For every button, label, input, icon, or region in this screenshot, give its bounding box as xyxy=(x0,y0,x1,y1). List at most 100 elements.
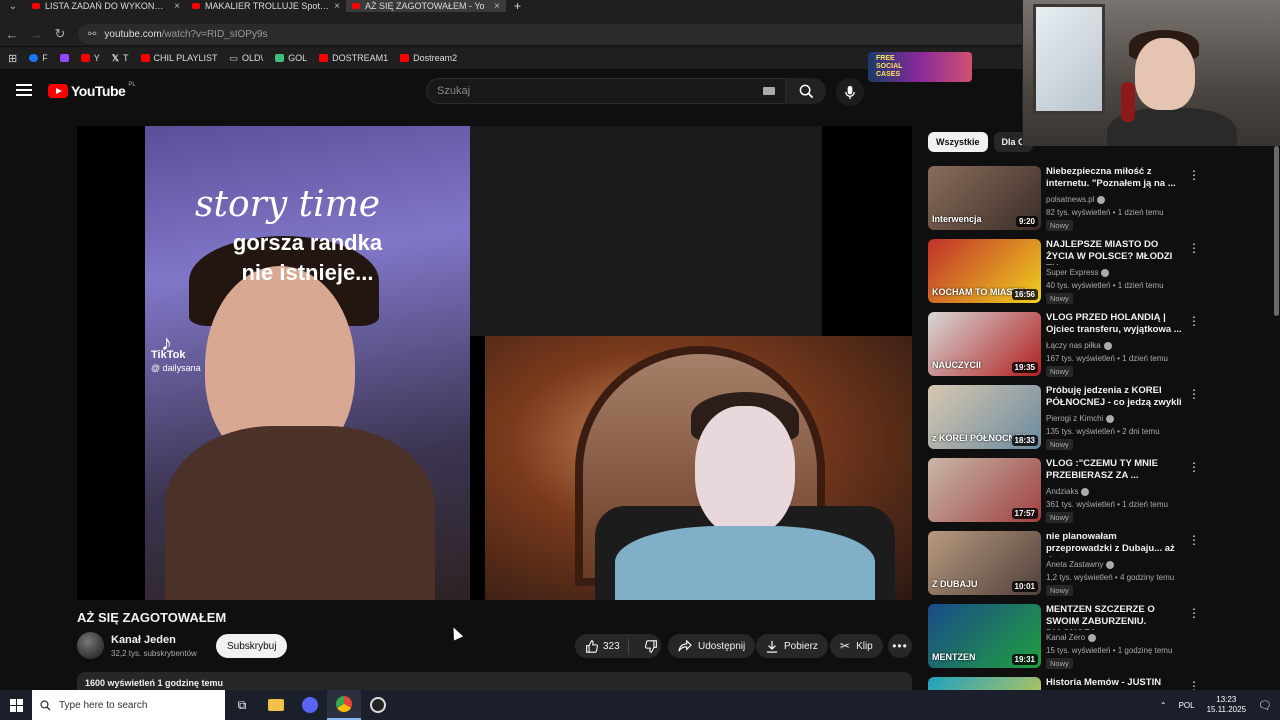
recommendation-title[interactable]: nie planowałam przeprowadzki z Dubaju...… xyxy=(1046,531,1182,557)
youtube-favicon-icon xyxy=(192,3,200,9)
video-duration: 19:31 xyxy=(1011,654,1038,665)
video-thumbnail[interactable]: KOCHAM TO MIASTO! 16:56 xyxy=(928,239,1041,303)
more-vertical-icon[interactable]: ⋮ xyxy=(1188,606,1200,620)
chrome-icon[interactable] xyxy=(327,690,361,720)
recommendation-item[interactable]: KOCHAM TO MIASTO! 16:56 NAJLEPSZE MIASTO D… xyxy=(928,239,1200,305)
recommendation-channel[interactable]: Pierogi z Kimchi xyxy=(1046,414,1115,423)
video-thumbnail[interactable]: NAUCZYCII 19:35 xyxy=(928,312,1041,376)
verified-icon xyxy=(1103,341,1112,350)
recommendation-item[interactable]: NAUCZYCII 19:35 VLOG PRZED HOLANDIĄ | Ojci… xyxy=(928,312,1200,378)
language-indicator[interactable]: POL xyxy=(1179,701,1195,710)
recommendation-title[interactable]: Historia Memów - JUSTIN xyxy=(1046,677,1182,689)
discord-icon[interactable] xyxy=(293,690,327,720)
video-thumbnail[interactable]: Interwencja 9:20 xyxy=(928,166,1041,230)
browser-tab[interactable]: MAKALIER TROLLUJE Spotkani × xyxy=(186,0,346,12)
clip-label: Klip xyxy=(856,640,873,652)
youtube-logo[interactable]: YouTube PL xyxy=(48,82,136,99)
more-vertical-icon[interactable]: ⋮ xyxy=(1188,533,1200,547)
close-tab-icon[interactable]: × xyxy=(174,1,180,12)
more-vertical-icon[interactable]: ⋮ xyxy=(1188,168,1200,182)
more-vertical-icon[interactable]: ⋮ xyxy=(1188,460,1200,474)
like-button[interactable]: 323 xyxy=(575,638,629,654)
task-view-icon[interactable]: ⧉ xyxy=(225,690,259,720)
bookmark-item[interactable]: 𝕏T xyxy=(112,53,129,64)
share-button[interactable]: Udostępnij xyxy=(668,634,756,658)
clock[interactable]: 13:23 15.11.2025 xyxy=(1207,695,1246,715)
tab-title: MAKALIER TROLLUJE Spotkani xyxy=(205,1,330,11)
recommendation-channel[interactable]: Łączy nas piłka xyxy=(1046,341,1112,350)
bookmark-item[interactable]: F xyxy=(29,53,48,63)
recommendation-item[interactable]: z KOREI PÓŁNOCNEJ 18:33 Próbuję jedzenia z… xyxy=(928,385,1200,451)
back-arrow-icon[interactable]: ← xyxy=(0,27,24,42)
scrollbar[interactable] xyxy=(1274,146,1279,316)
start-button[interactable] xyxy=(0,690,32,720)
download-button[interactable]: Pobierz xyxy=(756,634,828,658)
chip-all[interactable]: Wszystkie xyxy=(928,132,988,152)
bookmark-item[interactable]: DOSTREAM1 xyxy=(319,53,388,63)
close-tab-icon[interactable]: × xyxy=(494,1,500,12)
download-icon xyxy=(766,640,778,653)
apps-grid-icon[interactable]: ⊞ xyxy=(8,52,17,65)
recommendation-title[interactable]: VLOG PRZED HOLANDIĄ | Ojciec transferu, … xyxy=(1046,312,1182,336)
browser-tab-active[interactable]: AŻ SIĘ ZAGOTOWAŁEM - Yo × xyxy=(346,0,506,12)
recommendation-title[interactable]: Próbuję jedzenia z KOREI PÓŁNOCNEJ - co … xyxy=(1046,385,1182,411)
notifications-icon[interactable]: 🗨 xyxy=(1258,699,1272,712)
search-input[interactable]: Szukaj xyxy=(426,78,786,104)
video-thumbnail[interactable]: z KOREI PÓŁNOCNEJ 18:33 xyxy=(928,385,1041,449)
recommendation-title[interactable]: VLOG :"CZEMU TY MNIE PRZEBIERASZ ZA ... xyxy=(1046,458,1182,482)
recommendation-meta: 361 tys. wyświetleń • 1 dzień temu xyxy=(1046,500,1168,509)
reload-icon[interactable]: ↻ xyxy=(48,26,72,42)
tray-chevron-icon[interactable]: ⌃ xyxy=(1160,701,1167,710)
video-thumbnail[interactable]: MENTZEN 19:31 xyxy=(928,604,1041,668)
recommendation-item[interactable]: Z DUBAJU 10:01 nie planowałam przeprowadzk… xyxy=(928,531,1200,597)
obs-icon[interactable] xyxy=(361,690,395,720)
forward-arrow-icon[interactable]: → xyxy=(24,27,48,42)
webcam-content xyxy=(1135,38,1195,110)
scissors-icon: ✂ xyxy=(840,639,851,653)
taskbar-search-input[interactable]: Type here to search xyxy=(32,690,225,720)
channel-avatar[interactable] xyxy=(77,632,104,659)
tab-search-icon[interactable]: ⌄ xyxy=(0,1,26,12)
menu-icon[interactable] xyxy=(16,84,32,96)
recommendation-title[interactable]: Niebezpieczna miłość z internetu. "Pozna… xyxy=(1046,166,1182,190)
browser-tab[interactable]: LISTA ZADAŃ DO WYKONANIA × xyxy=(26,0,186,12)
more-vertical-icon[interactable]: ⋮ xyxy=(1188,387,1200,401)
bookmark-item[interactable]: Y xyxy=(80,53,100,63)
recommendation-channel[interactable]: Andziaks xyxy=(1046,487,1090,496)
more-actions-button[interactable]: ••• xyxy=(888,634,912,658)
site-info-icon[interactable]: ⚯ xyxy=(88,29,96,40)
bookmark-item[interactable]: GOL xyxy=(275,53,307,63)
recommendation-item[interactable]: MENTZEN 19:31 MENTZEN SZCZERZE O SWOIM ZAB… xyxy=(928,604,1200,670)
video-thumbnail[interactable]: Z DUBAJU 10:01 xyxy=(928,531,1041,595)
keyboard-icon[interactable] xyxy=(763,87,775,95)
recommendation-item[interactable]: Interwencja 9:20 Niebezpieczna miłość z in… xyxy=(928,166,1200,232)
recommendation-channel[interactable]: Super Express xyxy=(1046,268,1110,277)
subscribe-button[interactable]: Subskrybuj xyxy=(216,634,288,658)
recommendation-title[interactable]: MENTZEN SZCZERZE O SWOIM ZABURZENIU. DIA… xyxy=(1046,604,1182,630)
recommendation-channel[interactable]: Aneta Zastawny xyxy=(1046,560,1115,569)
recommendation-title[interactable]: NAJLEPSZE MIASTO DO ŻYCIA W POLSCE? MŁOD… xyxy=(1046,239,1182,265)
close-tab-icon[interactable]: × xyxy=(334,1,340,12)
bookmark-item[interactable]: Dostream2 xyxy=(400,53,457,63)
recommendation-item[interactable]: 17:57 VLOG :"CZEMU TY MNIE PRZEBIERASZ ZA… xyxy=(928,458,1200,524)
clip-button[interactable]: ✂ Klip xyxy=(830,634,883,658)
bookmark-item[interactable]: CHIL PLAYLIST xyxy=(140,53,218,63)
bookmark-item[interactable] xyxy=(59,54,69,62)
dislike-button[interactable] xyxy=(635,639,668,653)
address-bar[interactable]: ⚯ youtube.com/watch?v=RID_sIOPy9s xyxy=(78,24,1038,44)
video-player[interactable]: story time gorsza randka nie istnieje...… xyxy=(77,126,912,600)
file-explorer-icon[interactable] xyxy=(259,690,293,720)
channel-name[interactable]: Kanał Jeden xyxy=(111,634,176,646)
video-thumbnail[interactable]: 17:57 xyxy=(928,458,1041,522)
more-vertical-icon[interactable]: ⋮ xyxy=(1188,314,1200,328)
new-badge: Nowy xyxy=(1046,439,1073,450)
promo-banner[interactable]: FREE SOCIAL CASES xyxy=(868,52,972,82)
voice-search-button[interactable] xyxy=(836,78,864,106)
more-vertical-icon[interactable]: ⋮ xyxy=(1188,241,1200,255)
recommendation-channel[interactable]: Kanał Zero xyxy=(1046,633,1097,642)
search-button[interactable] xyxy=(786,78,826,104)
bookmark-item[interactable]: ▭ OLD\ xyxy=(230,53,264,64)
recommendation-channel[interactable]: polsatnews.pl xyxy=(1046,195,1106,204)
microphone-icon xyxy=(845,85,855,99)
recommendation-meta: 135 tys. wyświetleń • 2 dni temu xyxy=(1046,427,1160,436)
